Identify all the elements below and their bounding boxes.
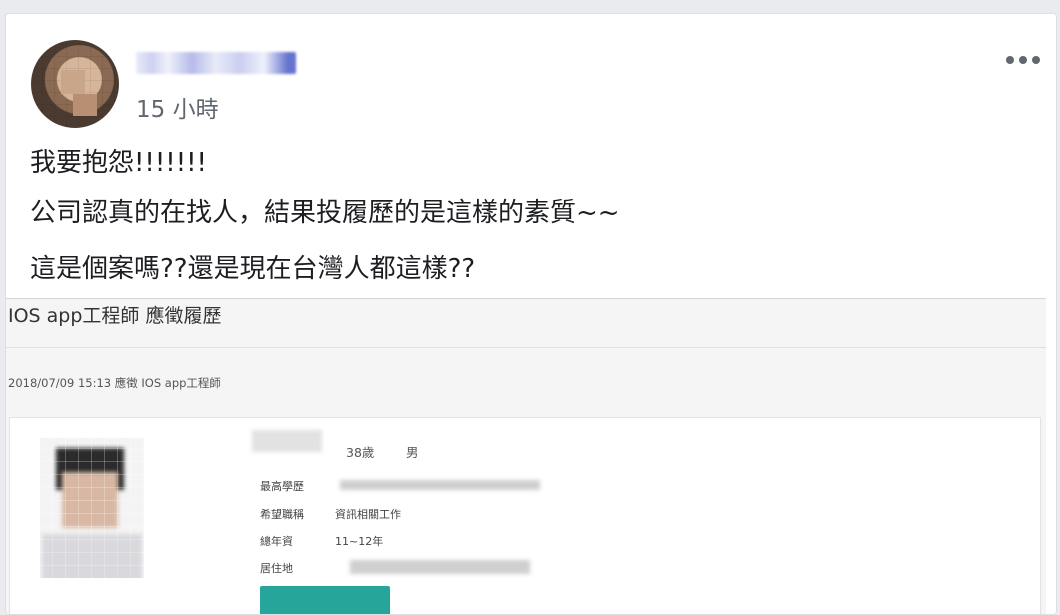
post-timestamp[interactable]: 15 小時 (136, 90, 219, 124)
field-label-desired-title: 希望職稱 (260, 508, 304, 521)
application-meta: 2018/07/09 15:13 應徵 IOS app工程師 (8, 376, 221, 390)
avatar[interactable] (31, 40, 119, 128)
field-value-experience: 11~12年 (335, 535, 384, 548)
post-line-3: 這是個案嗎??還是現在台灣人都這樣?? (30, 254, 476, 284)
applicant-gender: 男 (406, 445, 419, 460)
education-value-blurred (340, 480, 540, 490)
post-line-1: 我要抱怨!!!!!!! (30, 148, 207, 178)
author-name-blurred[interactable] (136, 52, 296, 74)
field-label-experience: 總年資 (260, 535, 293, 548)
applicant-photo (40, 438, 144, 578)
resume-action-button[interactable] (260, 586, 390, 614)
applicant-age: 38歲 (346, 445, 375, 460)
more-options-icon[interactable] (1006, 54, 1040, 66)
post-card: 15 小時 我要抱怨!!!!!!! 公司認真的在找人，結果投履歷的是這樣的素質~… (5, 13, 1057, 615)
field-label-residence: 居住地 (260, 562, 293, 575)
residence-value-blurred (350, 560, 530, 574)
field-label-education: 最高學歷 (260, 480, 304, 493)
divider (6, 347, 1046, 348)
applicant-name-blurred (252, 430, 322, 452)
field-value-desired-title: 資訊相關工作 (335, 508, 401, 521)
post-line-2: 公司認真的在找人，結果投履歷的是這樣的素質~~ (30, 198, 620, 228)
screenshot-title: IOS app工程師 應徵履歷 (8, 305, 222, 327)
attached-screenshot[interactable]: IOS app工程師 應徵履歷 2018/07/09 15:13 應徵 IOS … (6, 298, 1046, 614)
resume-card: 38歲 男 最高學歷 希望職稱 資訊相關工作 總年資 11~12年 居住地 (9, 417, 1041, 614)
